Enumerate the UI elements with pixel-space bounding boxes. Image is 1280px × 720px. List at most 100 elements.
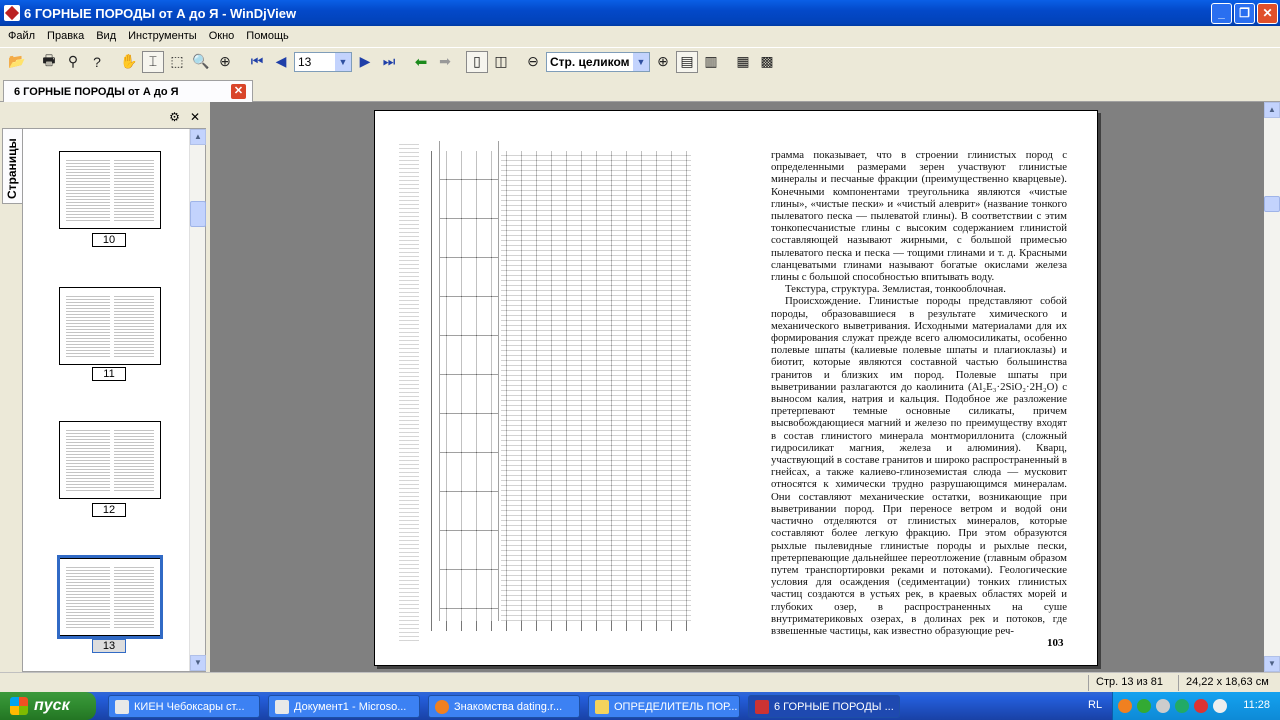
maximize-button[interactable]: ❐ xyxy=(1234,3,1255,24)
prev-page-icon[interactable]: ◀ xyxy=(270,51,292,73)
display-mode-bw-icon[interactable]: ▩ xyxy=(756,51,778,73)
help-icon[interactable]: ? xyxy=(86,51,108,73)
folder-icon xyxy=(595,699,609,714)
table-scan xyxy=(393,141,695,641)
scroll-down-icon[interactable]: ▼ xyxy=(1264,656,1280,672)
scrollbar-thumb[interactable] xyxy=(1264,196,1280,212)
word-doc-icon xyxy=(275,699,289,714)
minimize-button[interactable]: _ xyxy=(1211,3,1232,24)
first-page-icon[interactable]: ⏮ xyxy=(246,51,268,73)
menu-view[interactable]: Вид xyxy=(90,30,122,42)
tray-security-icon[interactable] xyxy=(1175,699,1189,713)
menu-file[interactable]: Файл xyxy=(2,30,41,42)
taskbar-item-active[interactable]: 6 ГОРНЫЕ ПОРОДЫ ... xyxy=(748,695,900,718)
forward-icon[interactable]: ➡ xyxy=(434,51,456,73)
table-values-scan xyxy=(501,151,691,621)
status-page: Стр. 13 из 81 xyxy=(1096,676,1163,688)
taskbar-item[interactable]: Документ1 - Microso... xyxy=(268,695,420,718)
page-thumbnail[interactable] xyxy=(59,151,161,229)
toolbar-separator xyxy=(724,51,730,73)
chevron-down-icon[interactable]: ▼ xyxy=(633,52,649,71)
menu-window[interactable]: Окно xyxy=(203,30,241,42)
zoom-combobox[interactable]: Стр. целиком ▼ xyxy=(546,51,650,72)
next-page-icon[interactable]: ▶ xyxy=(354,51,376,73)
window-controls: _ ❐ ✕ xyxy=(1211,3,1278,24)
document-page: грамма показывает, что в строении глинис… xyxy=(374,110,1098,666)
taskbar-item[interactable]: Знакомства dating.r... xyxy=(428,695,580,718)
two-page-layout-icon[interactable]: ◫ xyxy=(490,51,512,73)
clock: 11:28 xyxy=(1243,699,1270,711)
tray-shield-icon[interactable] xyxy=(1137,699,1151,713)
page-number: 103 xyxy=(1047,637,1064,649)
menu-help[interactable]: Помощь xyxy=(240,30,295,42)
close-tab-icon[interactable]: ✕ xyxy=(231,84,246,99)
word-doc-icon xyxy=(115,699,129,714)
toolbar-separator xyxy=(458,51,464,73)
document-scrollbar[interactable]: ▲ ▼ xyxy=(1264,102,1280,672)
fit-page-icon[interactable]: ▤ xyxy=(676,50,698,73)
zoom-out-icon[interactable]: ⊖ xyxy=(522,51,544,73)
hand-tool-icon[interactable]: ✋ xyxy=(118,51,140,73)
find-binoculars-icon[interactable]: ⚲ xyxy=(62,51,84,73)
taskbar-item[interactable]: ОПРЕДЕЛИТЕЛЬ ПОР... xyxy=(588,695,740,718)
system-tray: 11:28 xyxy=(1112,692,1280,720)
rect-select-icon[interactable]: ⬚ xyxy=(166,51,188,73)
last-page-icon[interactable]: ⏭ xyxy=(378,51,400,73)
document-tab-label: 6 ГОРНЫЕ ПОРОДЫ от А до Я xyxy=(14,85,179,98)
status-divider xyxy=(1178,675,1179,691)
thumbnail-panel-header: ⚙ ✕ xyxy=(22,106,206,128)
close-panel-icon[interactable]: ✕ xyxy=(190,110,200,124)
thumbnail-panel: 10 11 12 13 ▲ ▼ xyxy=(22,128,206,672)
close-button[interactable]: ✕ xyxy=(1257,3,1278,24)
scroll-up-icon[interactable]: ▲ xyxy=(1264,102,1280,118)
toolbar-separator xyxy=(238,51,244,73)
page-thumbnail[interactable] xyxy=(59,287,161,365)
paragraph: грамма показывает, что в строении глинис… xyxy=(771,149,1067,284)
chevron-down-icon[interactable]: ▼ xyxy=(335,52,351,71)
single-page-layout-icon[interactable]: ▯ xyxy=(466,50,488,73)
tray-app-icon[interactable] xyxy=(1194,699,1208,713)
pages-side-tab-label: Страницы xyxy=(5,138,19,199)
taskbar-item[interactable]: КИЕН Чебоксары ст... xyxy=(108,695,260,718)
page-number-combobox[interactable]: 13 ▼ xyxy=(294,51,352,72)
zoom-icon[interactable]: 🔍 xyxy=(190,51,212,73)
scroll-up-icon[interactable]: ▲ xyxy=(190,129,206,145)
zoom-in-icon[interactable]: ⊕ xyxy=(652,51,674,73)
language-indicator[interactable]: RL xyxy=(1088,699,1102,711)
rotated-chemistry-table xyxy=(393,141,695,641)
tray-network-icon[interactable] xyxy=(1156,699,1170,713)
start-button[interactable]: пуск xyxy=(0,692,96,720)
pages-side-tab[interactable]: Страницы xyxy=(2,128,22,204)
scroll-down-icon[interactable]: ▼ xyxy=(190,655,206,671)
gear-icon[interactable]: ⚙ xyxy=(169,110,180,124)
print-icon[interactable]: 🖶 xyxy=(38,51,60,73)
text-select-tool-icon[interactable]: ⌶ xyxy=(142,50,164,73)
menu-bar: Файл Правка Вид Инструменты Окно Помощь xyxy=(0,26,1280,46)
tray-volume-icon[interactable] xyxy=(1213,699,1227,713)
tray-firefox-icon[interactable] xyxy=(1118,699,1132,713)
document-tab[interactable]: 6 ГОРНЫЕ ПОРОДЫ от А до Я ✕ xyxy=(3,80,253,102)
zoom-rect-icon[interactable]: ⊕ xyxy=(214,51,236,73)
windjview-app-icon xyxy=(755,699,769,714)
back-icon[interactable]: ⬅ xyxy=(410,51,432,73)
windjview-app-icon[interactable] xyxy=(4,5,20,21)
open-folder-icon[interactable]: 📂 xyxy=(6,51,28,73)
thumbnail-label: 12 xyxy=(92,503,126,517)
toolbar-separator xyxy=(110,51,116,73)
toolbar-separator xyxy=(402,51,408,73)
thumbnail-label-selected: 13 xyxy=(92,639,126,653)
document-view[interactable]: грамма показывает, что в строении глинис… xyxy=(210,102,1264,672)
taskbar-item-label: Знакомства dating.r... xyxy=(454,700,563,713)
firefox-icon xyxy=(435,699,449,714)
menu-edit[interactable]: Правка xyxy=(41,30,90,42)
toolbar: 📂 🖶 ⚲ ? ✋ ⌶ ⬚ 🔍 ⊕ ⏮ ◀ 13 ▼ ▶ ⏭ ⬅ ➡ ▯ ◫ ⊖… xyxy=(0,47,1280,75)
page-thumbnail[interactable] xyxy=(59,421,161,499)
menu-tools[interactable]: Инструменты xyxy=(122,30,203,42)
paragraph: Текстура, структура. Землистая, тонкообл… xyxy=(785,283,1006,296)
thumbnail-scrollbar[interactable]: ▲ ▼ xyxy=(189,129,206,671)
scrollbar-thumb[interactable] xyxy=(190,201,206,227)
display-mode-color-icon[interactable]: ▦ xyxy=(732,51,754,73)
toolbar-separator xyxy=(514,51,520,73)
fit-width-icon[interactable]: ▥ xyxy=(700,51,722,73)
table-caption-scan xyxy=(399,141,419,641)
